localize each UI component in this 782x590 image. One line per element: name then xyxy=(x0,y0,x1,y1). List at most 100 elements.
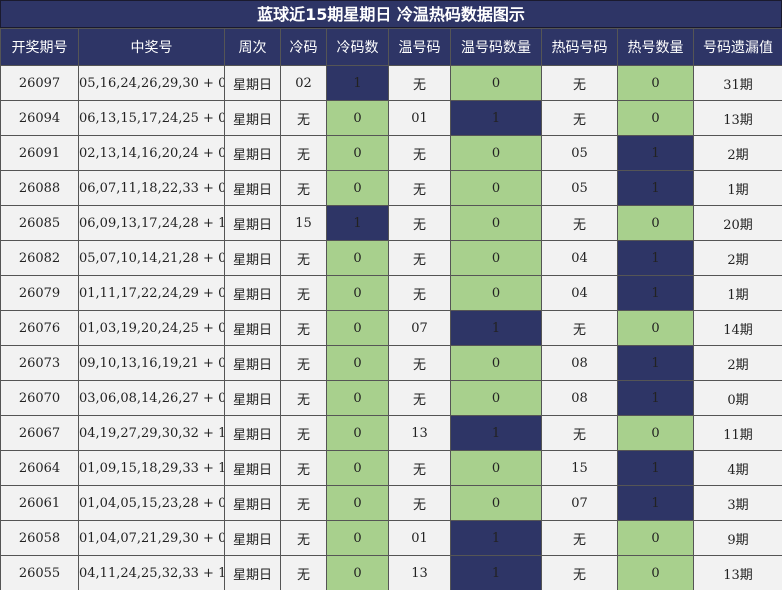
cell-numbers: 09,10,13,16,19,21 + 08 xyxy=(78,345,225,381)
cell-omission: 1期 xyxy=(693,170,782,206)
cell-hot-count: 1 xyxy=(617,485,694,521)
cell-hot-code: 无 xyxy=(541,555,618,590)
cell-weekday: 星期日 xyxy=(224,380,281,416)
cell-hot-code: 无 xyxy=(541,65,618,101)
cell-hot-count: 1 xyxy=(617,135,694,171)
cell-weekday: 星期日 xyxy=(224,520,281,556)
cell-warm-code: 01 xyxy=(388,520,451,556)
cell-omission: 31期 xyxy=(693,65,782,101)
cell-cold-code: 无 xyxy=(280,310,327,346)
cell-numbers: 06,13,15,17,24,25 + 01 xyxy=(78,100,225,136)
table-row: 26061 01,04,05,15,23,28 + 07 星期日无 0 无 0 07 1 3期 xyxy=(0,485,782,521)
cell-cold-code: 02 xyxy=(280,65,327,101)
cell-hot-count: 0 xyxy=(617,520,694,556)
cell-omission: 2期 xyxy=(693,240,782,276)
cell-numbers: 02,13,14,16,20,24 + 05 xyxy=(78,135,225,171)
cell-hot-count: 1 xyxy=(617,275,694,311)
header-warm-count: 温号码数量 xyxy=(450,28,542,66)
table-row: 26094 06,13,15,17,24,25 + 01 星期日无 0 01 1 无 0 13期 xyxy=(0,100,782,136)
cell-issue: 26097 xyxy=(0,65,79,101)
cell-numbers: 06,07,11,18,22,33 + 05 xyxy=(78,170,225,206)
cell-numbers: 01,11,17,22,24,29 + 04 xyxy=(78,275,225,311)
cell-weekday: 星期日 xyxy=(224,240,281,276)
cell-warm-count: 1 xyxy=(450,310,542,346)
cell-warm-count: 0 xyxy=(450,485,542,521)
cell-hot-count: 0 xyxy=(617,555,694,590)
cell-weekday: 星期日 xyxy=(224,415,281,451)
cell-warm-code: 01 xyxy=(388,100,451,136)
cell-warm-code: 无 xyxy=(388,135,451,171)
cell-cold-code: 15 xyxy=(280,205,327,241)
cell-weekday: 星期日 xyxy=(224,345,281,381)
cell-warm-code: 13 xyxy=(388,415,451,451)
cell-issue: 26067 xyxy=(0,415,79,451)
cell-cold-count: 1 xyxy=(326,65,389,101)
cell-hot-code: 无 xyxy=(541,415,618,451)
cell-issue: 26076 xyxy=(0,310,79,346)
cell-numbers: 03,06,08,14,26,27 + 08 xyxy=(78,380,225,416)
cell-warm-code: 无 xyxy=(388,485,451,521)
cell-omission: 1期 xyxy=(693,275,782,311)
cell-issue: 26064 xyxy=(0,450,79,486)
cell-cold-code: 无 xyxy=(280,415,327,451)
cell-hot-count: 0 xyxy=(617,205,694,241)
cell-cold-code: 无 xyxy=(280,135,327,171)
cell-cold-count: 0 xyxy=(326,555,389,590)
cell-hot-code: 04 xyxy=(541,240,618,276)
table-row: 26058 01,04,07,21,29,30 + 01 星期日无 0 01 1 无 0 9期 xyxy=(0,520,782,556)
header-issue: 开奖期号 xyxy=(0,28,79,66)
cell-hot-code: 无 xyxy=(541,100,618,136)
cell-issue: 26088 xyxy=(0,170,79,206)
cell-numbers: 04,19,27,29,30,32 + 13 xyxy=(78,415,225,451)
cell-numbers: 06,09,13,17,24,28 + 15 xyxy=(78,205,225,241)
cell-hot-code: 无 xyxy=(541,205,618,241)
cell-cold-code: 无 xyxy=(280,170,327,206)
cell-issue: 26091 xyxy=(0,135,79,171)
cell-issue: 26055 xyxy=(0,555,79,590)
cell-weekday: 星期日 xyxy=(224,275,281,311)
cell-warm-count: 0 xyxy=(450,345,542,381)
cell-cold-count: 0 xyxy=(326,310,389,346)
cell-cold-count: 0 xyxy=(326,100,389,136)
cell-issue: 26073 xyxy=(0,345,79,381)
cell-hot-code: 15 xyxy=(541,450,618,486)
table-row: 26085 06,09,13,17,24,28 + 15 星期日 15 1 无 0 无 0 20期 xyxy=(0,205,782,241)
cell-issue: 26085 xyxy=(0,205,79,241)
cell-cold-code: 无 xyxy=(280,555,327,590)
header-numbers: 中奖号 xyxy=(78,28,225,66)
cell-cold-code: 无 xyxy=(280,100,327,136)
cell-warm-count: 1 xyxy=(450,415,542,451)
table-row: 26076 01,03,19,20,24,25 + 07 星期日无 0 07 1 无 0 14期 xyxy=(0,310,782,346)
header-cold-code: 冷码 xyxy=(280,28,327,66)
cell-weekday: 星期日 xyxy=(224,65,281,101)
cell-hot-code: 07 xyxy=(541,485,618,521)
cell-hot-count: 1 xyxy=(617,380,694,416)
header-warm-code: 温号码 xyxy=(388,28,451,66)
header-omission: 号码遗漏值 xyxy=(693,28,782,66)
table-row: 26073 09,10,13,16,19,21 + 08 星期日无 0 无 0 08 1 2期 xyxy=(0,345,782,381)
table-row: 26064 01,09,15,18,29,33 + 15 星期日无 0 无 0 15 1 4期 xyxy=(0,450,782,486)
cell-weekday: 星期日 xyxy=(224,485,281,521)
cell-omission: 14期 xyxy=(693,310,782,346)
cell-warm-code: 无 xyxy=(388,275,451,311)
cell-cold-count: 1 xyxy=(326,205,389,241)
cell-hot-code: 05 xyxy=(541,135,618,171)
cell-hot-count: 1 xyxy=(617,240,694,276)
cell-hot-count: 0 xyxy=(617,415,694,451)
cell-warm-code: 无 xyxy=(388,65,451,101)
cell-issue: 26070 xyxy=(0,380,79,416)
cell-hot-count: 0 xyxy=(617,310,694,346)
cell-weekday: 星期日 xyxy=(224,205,281,241)
cell-warm-code: 无 xyxy=(388,170,451,206)
cell-numbers: 04,11,24,25,32,33 + 13 xyxy=(78,555,225,590)
cell-warm-count: 0 xyxy=(450,65,542,101)
table-row: 26082 05,07,10,14,21,28 + 04 星期日无 0 无 0 04 1 2期 xyxy=(0,240,782,276)
cell-cold-code: 无 xyxy=(280,240,327,276)
cell-issue: 26061 xyxy=(0,485,79,521)
cell-warm-code: 无 xyxy=(388,205,451,241)
cell-cold-count: 0 xyxy=(326,275,389,311)
cell-warm-code: 无 xyxy=(388,380,451,416)
cell-cold-count: 0 xyxy=(326,135,389,171)
header-row: 开奖期号 中奖号 周次 冷码 冷码数 温号码 温号码数量 热码号码 热号数量 号… xyxy=(0,28,782,66)
cell-hot-count: 1 xyxy=(617,170,694,206)
